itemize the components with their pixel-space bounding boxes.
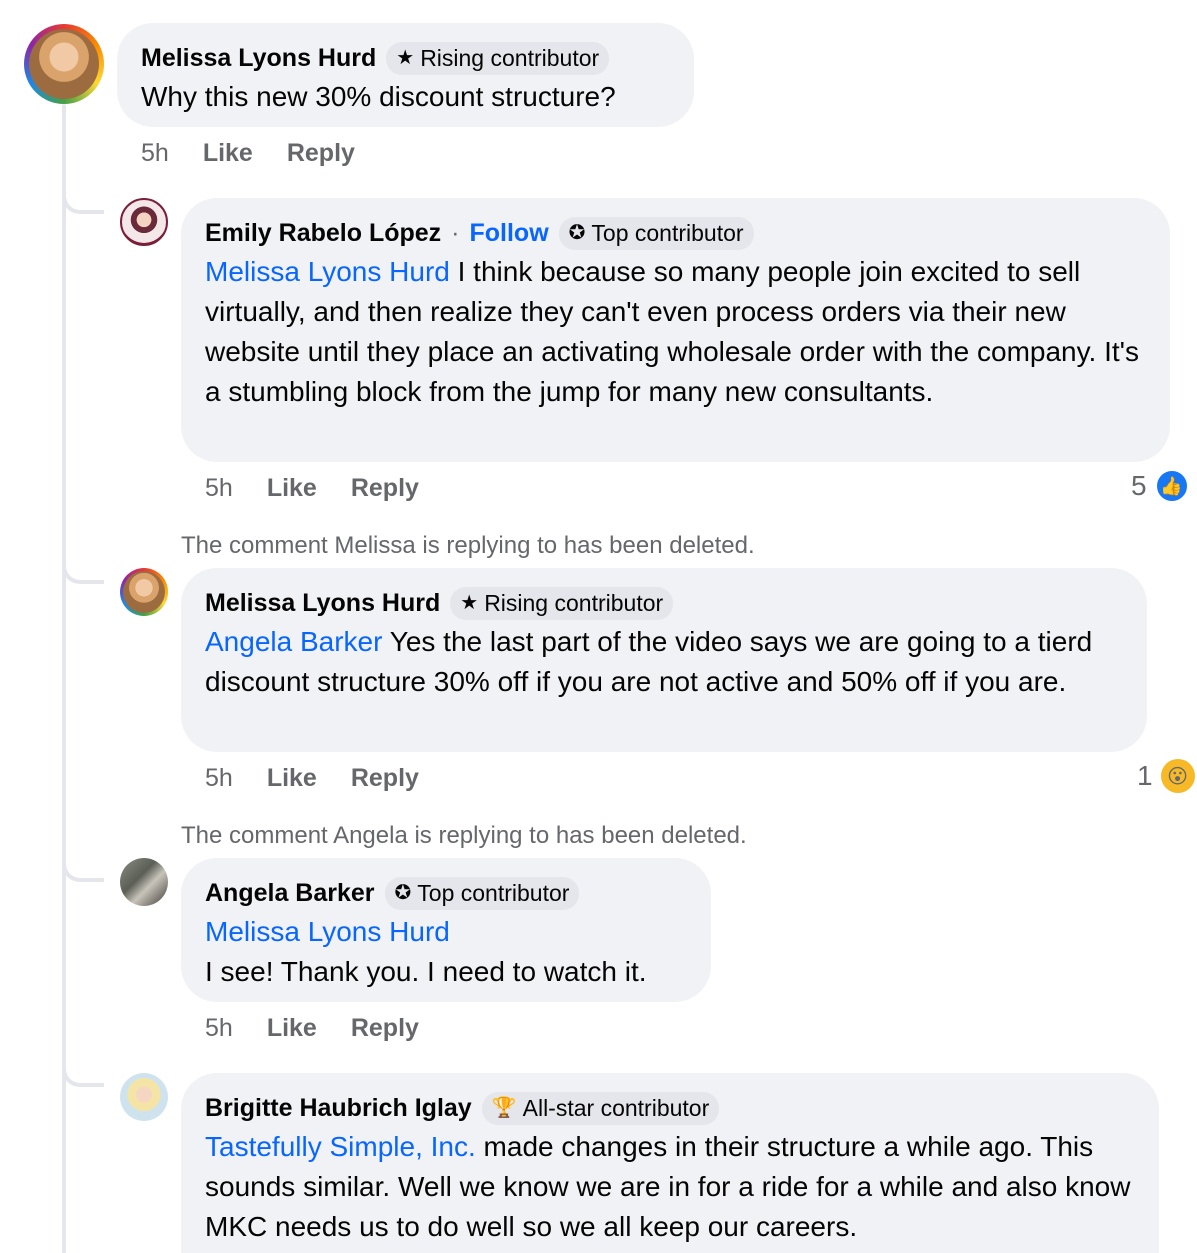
avatar[interactable] [24,24,104,104]
thread-connector [62,190,104,214]
like-icon: 👍 [1154,469,1189,503]
timestamp[interactable]: 5h [205,764,233,793]
reply-button[interactable]: Reply [351,764,419,793]
timestamp[interactable]: 5h [205,474,233,503]
avatar[interactable] [120,568,168,616]
thread-connector [62,858,104,882]
comment-text: Tastefully Simple, Inc. made changes in … [205,1131,1131,1242]
trophy-icon: 🏆 [491,1097,517,1119]
author-name[interactable]: Melissa Lyons Hurd [141,44,376,73]
mention-link[interactable]: Melissa Lyons Hurd [205,912,687,952]
author-name[interactable]: Brigitte Haubrich Iglay [205,1094,472,1123]
reply-button[interactable]: Reply [351,1014,419,1043]
award-icon: ✪ [568,222,586,244]
star-icon: ★ [396,47,415,69]
deleted-notice: The comment Angela is replying to has be… [181,822,747,849]
like-button[interactable]: Like [267,474,317,503]
comment-actions: 5h Like Reply [205,1014,419,1043]
comment-text: Melissa Lyons Hurd I see! Thank you. I n… [205,912,687,992]
wow-icon: 😮 [1160,759,1195,793]
comment-actions: 5h Like Reply [141,139,355,168]
like-button[interactable]: Like [203,139,253,168]
comment-bubble: Emily Rabelo López · Follow ✪ Top contri… [181,198,1170,462]
mention-link[interactable]: Melissa Lyons Hurd [205,256,450,287]
reply-button[interactable]: Reply [351,474,419,503]
contributor-badge[interactable]: 🏆 All-star contributor [481,1091,720,1125]
author-name[interactable]: Melissa Lyons Hurd [205,589,440,618]
contributor-badge[interactable]: ✪ Top contributor [384,876,580,910]
author-name[interactable]: Angela Barker [205,879,375,908]
follow-button[interactable]: Follow [470,219,549,248]
comment-bubble: Brigitte Haubrich Iglay 🏆 All-star contr… [181,1073,1159,1253]
timestamp[interactable]: 5h [141,139,169,168]
mention-link[interactable]: Tastefully Simple, Inc. [205,1131,476,1162]
like-button[interactable]: Like [267,764,317,793]
reaction-summary[interactable]: 5 👍 [1131,469,1189,503]
deleted-notice: The comment Melissa is replying to has b… [181,532,755,559]
thread-connector [62,560,104,584]
reaction-count: 5 [1131,470,1147,501]
award-icon: ✪ [394,882,412,904]
thread-connector [62,1063,104,1087]
avatar[interactable] [120,198,168,246]
star-icon: ★ [460,592,479,614]
comment-text: Angela Barker Yes the last part of the v… [205,626,1093,697]
comment-actions: 5h Like Reply [205,764,419,793]
mention-link[interactable]: Angela Barker [205,626,382,657]
contributor-badge[interactable]: ✪ Top contributor [558,216,754,250]
avatar[interactable] [120,1073,168,1121]
author-name[interactable]: Emily Rabelo López [205,219,441,248]
comment-actions: 5h Like Reply [205,474,419,503]
reaction-summary[interactable]: 1 😮 [1137,759,1195,793]
reaction-count: 1 [1137,760,1153,791]
contributor-badge[interactable]: ★ Rising contributor [386,41,610,75]
comment-bubble: Melissa Lyons Hurd ★ Rising contributor … [117,23,694,127]
comment-bubble: Angela Barker ✪ Top contributor Melissa … [181,858,711,1002]
comment-text: Why this new 30% discount structure? [141,81,616,112]
avatar[interactable] [120,858,168,906]
contributor-badge[interactable]: ★ Rising contributor [450,586,674,620]
separator-dot: · [451,218,460,247]
like-button[interactable]: Like [267,1014,317,1043]
comment-text: Melissa Lyons Hurd I think because so ma… [205,256,1139,407]
comment-bubble: Melissa Lyons Hurd ★ Rising contributor … [181,568,1147,752]
reply-button[interactable]: Reply [287,139,355,168]
timestamp[interactable]: 5h [205,1014,233,1043]
